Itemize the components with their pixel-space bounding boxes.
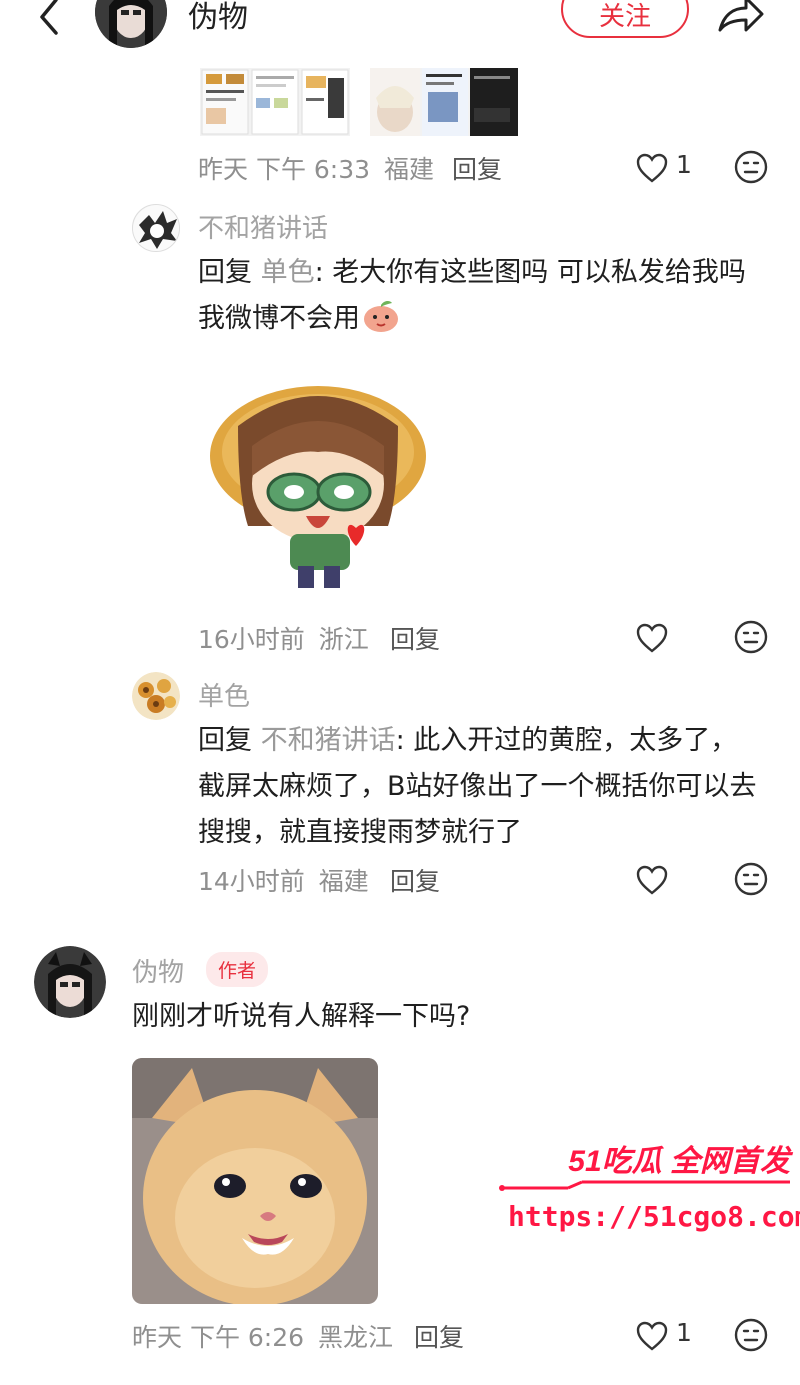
sticker-image[interactable] bbox=[198, 356, 438, 602]
username[interactable]: 单色 bbox=[198, 676, 250, 713]
meh-face-icon bbox=[734, 862, 768, 896]
screenshot-image-2[interactable] bbox=[370, 68, 518, 136]
timestamp: 16小时前 浙江 bbox=[198, 625, 369, 654]
follow-label: 关注 bbox=[598, 2, 651, 32]
timestamp: 昨天 下午 6:26 黑龙江 bbox=[132, 1323, 394, 1352]
dislike-button[interactable] bbox=[734, 620, 770, 656]
heart-icon bbox=[636, 1321, 668, 1351]
avatar[interactable] bbox=[34, 946, 106, 1018]
like-count: 1 bbox=[676, 150, 692, 179]
dislike-button[interactable] bbox=[734, 862, 770, 898]
like-button[interactable]: 1 bbox=[636, 1318, 696, 1354]
username[interactable]: 伪物 bbox=[132, 952, 184, 989]
follow-button[interactable]: 关注 bbox=[561, 0, 689, 38]
author-badge: 作者 bbox=[206, 952, 269, 987]
timestamp: 14小时前 福建 bbox=[198, 867, 369, 896]
heart-icon bbox=[636, 153, 668, 183]
comment-text: 刚刚才听说有人解释一下吗? bbox=[132, 1001, 471, 1032]
header-avatar[interactable] bbox=[95, 0, 167, 48]
heart-icon bbox=[636, 623, 668, 653]
timestamp: 昨天 下午 6:33 福建 bbox=[198, 155, 435, 184]
like-button[interactable]: 1 bbox=[636, 150, 696, 186]
header-title: 伪物 bbox=[188, 0, 248, 35]
circuit-line-icon bbox=[499, 1180, 790, 1191]
username[interactable]: 不和猪讲话 bbox=[198, 208, 328, 245]
watermark-line2: https://51cgo8.com bbox=[508, 1200, 800, 1233]
watermark-line1: 51吃瓜 全网首发 bbox=[568, 1145, 790, 1178]
like-button[interactable] bbox=[636, 620, 672, 656]
share-icon bbox=[718, 0, 764, 32]
like-count: 1 bbox=[676, 1318, 692, 1347]
watermark: 51吃瓜 全网首发 https://51cgo8.com bbox=[498, 1136, 800, 1246]
reply-target[interactable]: 不和猪讲话 bbox=[261, 725, 396, 756]
dislike-button[interactable] bbox=[734, 1318, 770, 1354]
comment-text: 回复 不和猪讲话: 此入开过的黄腔，太多了，截屏太麻烦了，B站好像出了一个概括你… bbox=[198, 725, 757, 848]
reply-button[interactable]: 回复 bbox=[390, 862, 440, 898]
reply-button[interactable]: 回复 bbox=[390, 620, 440, 656]
meh-face-icon bbox=[734, 1318, 768, 1352]
share-button[interactable] bbox=[716, 0, 766, 36]
back-button[interactable] bbox=[28, 0, 72, 36]
kitten-image[interactable] bbox=[132, 1058, 378, 1304]
comment-text: 回复 单色: 老大你有这些图吗 可以私发给我吗 我微博不会用 bbox=[198, 257, 746, 334]
like-button[interactable] bbox=[636, 862, 672, 898]
screenshot-image-1[interactable] bbox=[200, 68, 350, 136]
peach-emoji-icon bbox=[362, 299, 400, 333]
meh-face-icon bbox=[734, 620, 768, 654]
reply-target[interactable]: 单色 bbox=[261, 257, 315, 288]
meh-face-icon bbox=[734, 150, 768, 184]
reply-button[interactable]: 回复 bbox=[452, 150, 502, 186]
heart-icon bbox=[636, 865, 668, 895]
reply-button[interactable]: 回复 bbox=[414, 1318, 464, 1354]
chevron-left-icon bbox=[40, 0, 58, 35]
avatar[interactable] bbox=[132, 204, 180, 252]
dislike-button[interactable] bbox=[734, 150, 770, 186]
avatar[interactable] bbox=[132, 672, 180, 720]
